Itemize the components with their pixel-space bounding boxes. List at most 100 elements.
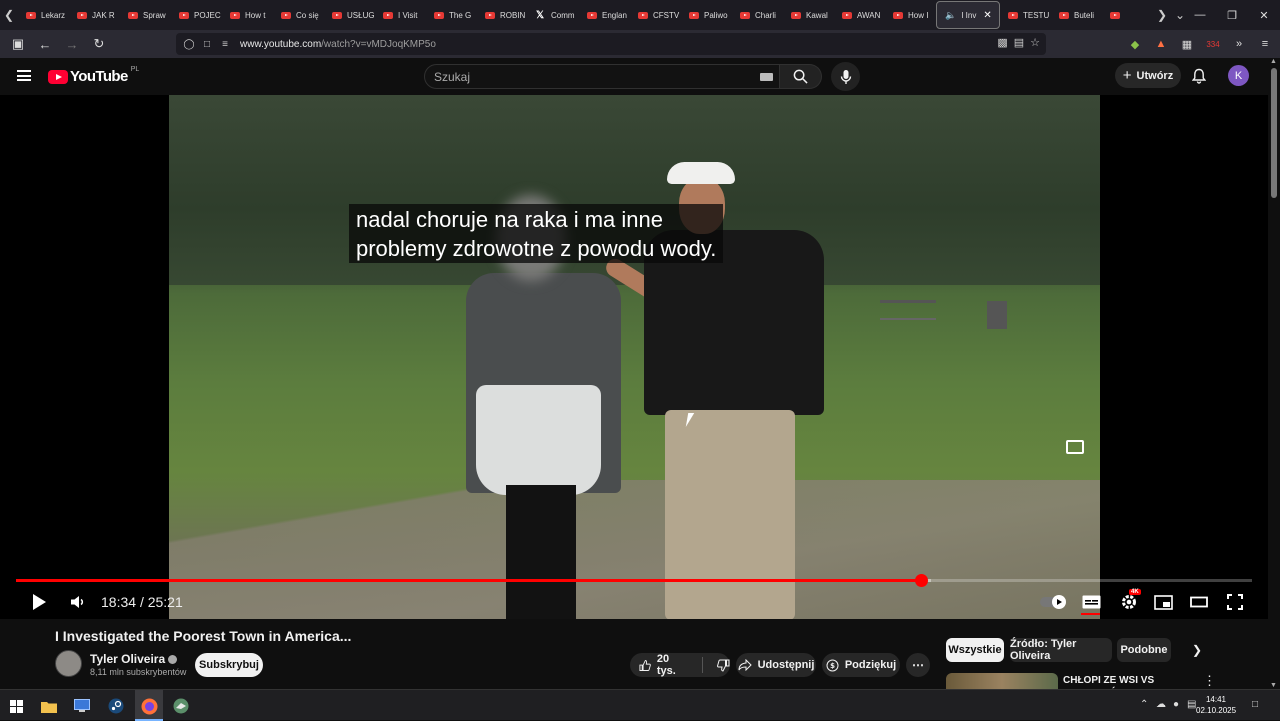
like-button[interactable]: 20 tys. xyxy=(639,653,688,677)
reader-view-icon[interactable]: ▤ xyxy=(1014,36,1024,49)
ublock-icon[interactable]: 334 xyxy=(1202,32,1224,56)
search-input[interactable]: Szukaj xyxy=(424,64,780,89)
tab-10[interactable]: ROBIN xyxy=(477,1,528,29)
play-button[interactable] xyxy=(28,590,50,614)
speaker-icon[interactable]: 🔈 xyxy=(945,10,956,21)
tracking-shield-icon[interactable]: ◯ xyxy=(180,39,198,50)
lock-icon[interactable]: □ xyxy=(198,39,216,50)
tab-15[interactable]: Charli xyxy=(732,1,783,29)
tab-close-icon[interactable]: ✕ xyxy=(983,10,991,21)
back-icon[interactable]: ← xyxy=(33,32,57,56)
recommendation-more-icon[interactable]: ⋮ xyxy=(1203,673,1216,689)
chips-next-icon[interactable]: ❯ xyxy=(1192,643,1202,657)
recommendation-thumbnail[interactable] xyxy=(946,673,1058,689)
tab-12[interactable]: Englan xyxy=(579,1,630,29)
channel-name-row[interactable]: Tyler Oliveira xyxy=(90,652,178,666)
tab-11[interactable]: 𝕏 Comm xyxy=(528,1,579,29)
overflow-chevrons-icon[interactable]: » xyxy=(1228,32,1250,56)
tab-4[interactable]: POJEC xyxy=(171,1,222,29)
minimize-icon[interactable]: — xyxy=(1184,0,1216,30)
tab-active[interactable]: 🔈 I Inv ✕ xyxy=(936,1,1000,29)
miniplayer-overlay-icon[interactable] xyxy=(1066,440,1084,454)
reload-icon[interactable]: ↻ xyxy=(87,32,111,56)
tabs-scroll-right-icon[interactable]: ❯ xyxy=(1153,0,1171,30)
app-icon-misc[interactable] xyxy=(171,696,191,716)
onedrive-icon[interactable]: ☁ xyxy=(1156,699,1166,710)
tab-16[interactable]: Kawal xyxy=(783,1,834,29)
extension-fox-icon[interactable]: ▲ xyxy=(1150,32,1172,56)
file-explorer-icon[interactable] xyxy=(39,696,59,716)
tab-after-2[interactable]: Buteli xyxy=(1051,1,1102,29)
notifications-tray-icon[interactable]: □ xyxy=(1252,699,1258,710)
channel-avatar[interactable] xyxy=(55,650,82,677)
video-frame[interactable] xyxy=(169,95,1100,619)
create-button[interactable]: + Utwórz xyxy=(1115,63,1181,88)
tabs-scroll-left-icon[interactable]: ❮ xyxy=(0,0,18,30)
tab-3[interactable]: Spraw xyxy=(120,1,171,29)
channel-name[interactable]: Tyler Oliveira xyxy=(90,652,165,666)
subscribe-button[interactable]: Subskrybuj xyxy=(195,653,263,677)
restore-icon[interactable]: ❐ xyxy=(1216,0,1248,30)
fullscreen-button[interactable] xyxy=(1224,590,1246,614)
chip-related[interactable]: Podobne xyxy=(1117,638,1171,662)
autoplay-toggle[interactable] xyxy=(1040,590,1068,614)
voice-search-button[interactable] xyxy=(831,62,860,91)
page-scrollbar[interactable]: ▲ ▼ xyxy=(1268,58,1280,689)
firefox-icon[interactable] xyxy=(139,696,159,716)
tab-17[interactable]: AWAN xyxy=(834,1,885,29)
keyboard-icon[interactable] xyxy=(760,73,773,81)
more-actions-button[interactable]: ⋯ xyxy=(906,653,930,677)
chip-all[interactable]: Wszystkie xyxy=(946,638,1004,662)
system-clock[interactable]: 14:41 02.10.2025 xyxy=(1196,694,1236,716)
dislike-button[interactable] xyxy=(717,659,730,672)
tab-after-1[interactable]: TESTU xyxy=(1000,1,1051,29)
tab-7[interactable]: USŁUG xyxy=(324,1,375,29)
scroll-down-icon[interactable]: ▼ xyxy=(1270,682,1277,689)
scroll-up-icon[interactable]: ▲ xyxy=(1270,58,1277,65)
progress-bar[interactable] xyxy=(16,574,1252,587)
thanks-button[interactable]: $ Podziękuj xyxy=(822,653,900,677)
clock-time: 14:41 xyxy=(1205,695,1227,704)
account-avatar[interactable]: K xyxy=(1228,65,1249,86)
url-bar[interactable]: ◯ □ ≡ www.youtube.com/watch?v=vMDJoqKMP5… xyxy=(176,33,1046,55)
settings-button[interactable]: 4K xyxy=(1117,589,1141,614)
extensions-puzzle-icon[interactable]: ▦ xyxy=(1176,32,1198,56)
microphone-tray-icon[interactable]: ● xyxy=(1173,699,1179,710)
tab-18[interactable]: How I xyxy=(885,1,936,29)
tab-2[interactable]: JAK R xyxy=(69,1,120,29)
scrollbar-thumb[interactable] xyxy=(1271,68,1277,198)
tab-1[interactable]: Lekarz xyxy=(18,1,69,29)
video-player[interactable]: nadal choruje na raka i ma inne problemy… xyxy=(0,95,1268,619)
steam-icon[interactable] xyxy=(106,696,126,716)
sidebar-toggle-icon[interactable]: ▣ xyxy=(6,32,30,56)
remote-desktop-icon[interactable] xyxy=(72,696,92,716)
youtube-logo[interactable]: YouTube PL xyxy=(48,66,139,85)
tab-13[interactable]: CFSTV xyxy=(630,1,681,29)
permissions-icon[interactable]: ≡ xyxy=(216,39,234,50)
close-window-icon[interactable]: ✕ xyxy=(1248,0,1280,30)
tab-6[interactable]: Co się xyxy=(273,1,324,29)
tab-8[interactable]: I Visit xyxy=(375,1,426,29)
subtitles-button[interactable] xyxy=(1081,590,1101,615)
recommendation-title[interactable]: CHŁOPI ZE WSI VS KULTURYŚCI - KTO JEST xyxy=(1063,674,1203,689)
vpn-shield-icon[interactable]: ◆ xyxy=(1124,32,1146,56)
windows-start-icon[interactable] xyxy=(6,696,26,716)
notifications-button[interactable] xyxy=(1189,66,1209,86)
search-button[interactable] xyxy=(780,64,822,89)
tab-5[interactable]: How t xyxy=(222,1,273,29)
forward-icon[interactable]: → xyxy=(60,32,84,56)
tab-after-3[interactable] xyxy=(1102,1,1153,29)
bookmark-star-icon[interactable]: ☆ xyxy=(1030,36,1040,49)
tab-9[interactable]: The G xyxy=(426,1,477,29)
theater-mode-button[interactable] xyxy=(1188,590,1210,614)
app-menu-icon[interactable]: ≡ xyxy=(1254,32,1276,56)
url-text[interactable]: www.youtube.com/watch?v=vMDJoqKMP5o xyxy=(240,39,436,50)
pip-icon[interactable]: ▩ xyxy=(997,36,1007,49)
mute-button[interactable] xyxy=(67,590,89,614)
miniplayer-button[interactable] xyxy=(1152,590,1174,614)
share-button[interactable]: Udostępnij xyxy=(736,653,816,677)
tab-14[interactable]: Paliwo xyxy=(681,1,732,29)
tray-expand-icon[interactable]: ⌃ xyxy=(1140,699,1148,710)
hamburger-menu-icon[interactable] xyxy=(17,70,31,81)
chip-from-channel[interactable]: Źródło: Tyler Oliveira xyxy=(1010,638,1112,662)
